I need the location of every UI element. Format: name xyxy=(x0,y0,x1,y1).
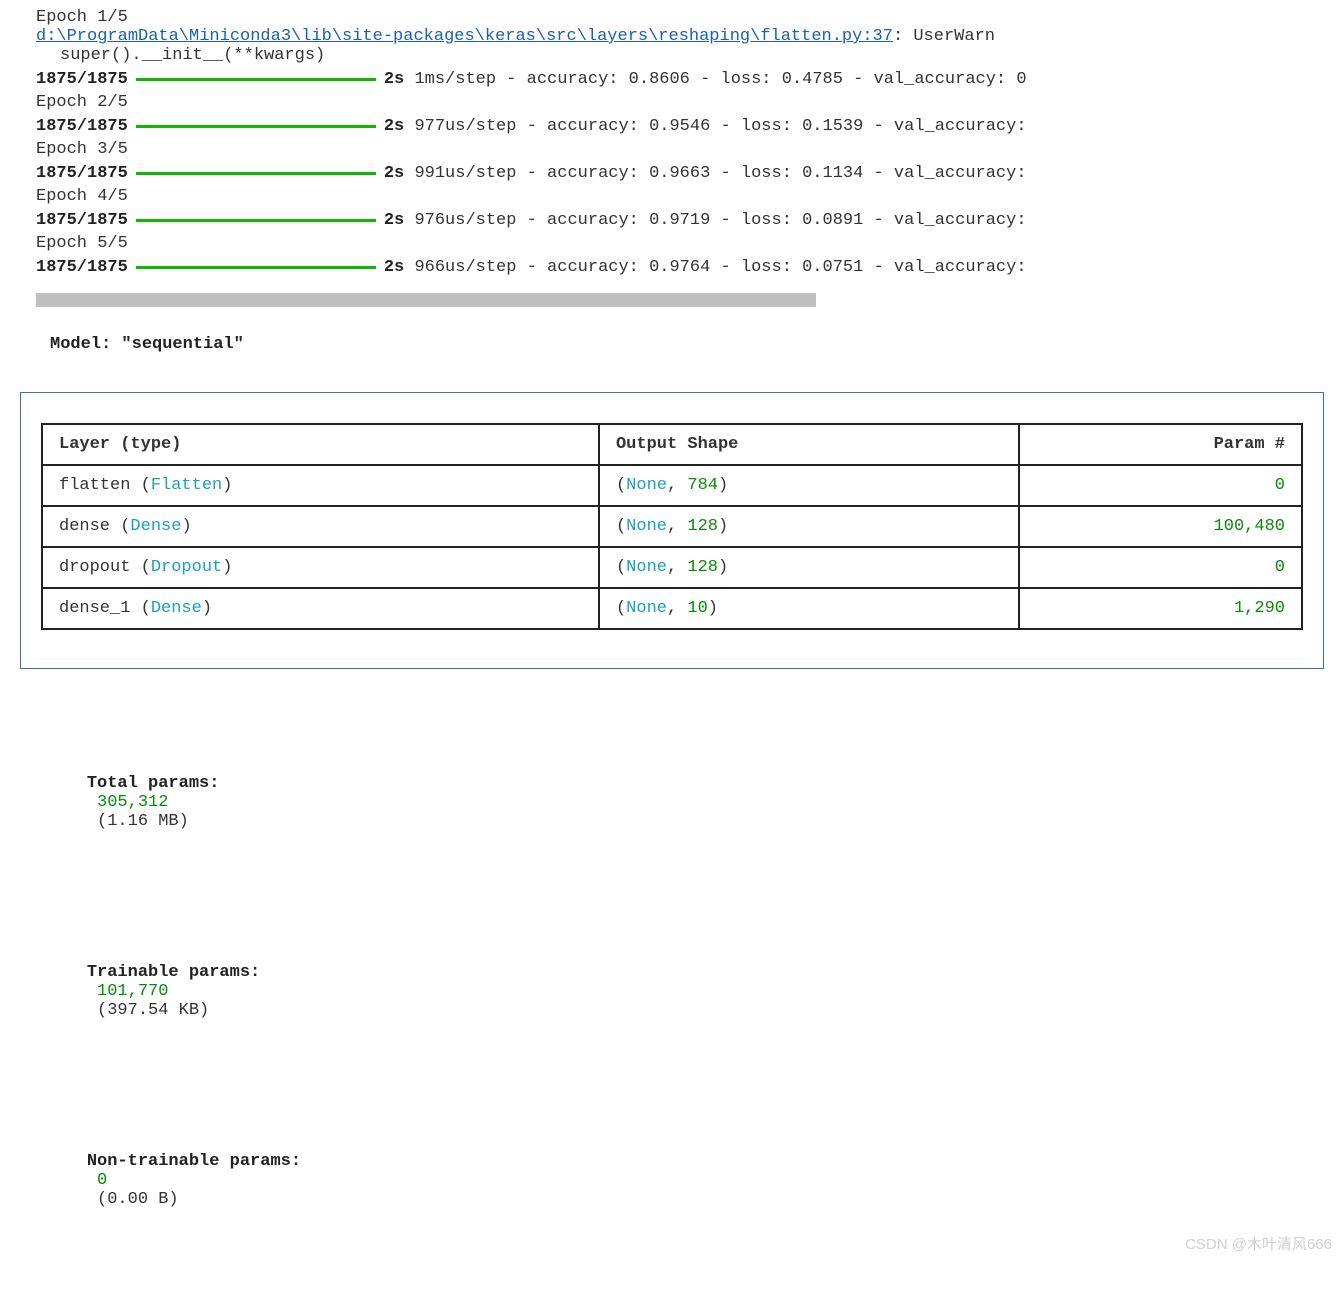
progress-metrics: 966us/step - accuracy: 0.9764 - loss: 0.… xyxy=(404,258,1026,277)
param-cell: 0 xyxy=(1019,547,1302,588)
horizontal-scrollbar[interactable] xyxy=(36,293,816,307)
watermark: CSDN @木叶清风666 xyxy=(1185,1233,1332,1254)
shape-cell: (None, 784) xyxy=(599,465,1019,506)
progress-steps: 1875/1875 xyxy=(36,117,128,136)
warning-line: d:\ProgramData\Miniconda3\lib\site-packa… xyxy=(36,27,1344,46)
trainable-params-label: Trainable params: xyxy=(87,963,260,982)
training-output: Epoch 1/5 d:\ProgramData\Miniconda3\lib\… xyxy=(0,0,1344,354)
table-header-row: Layer (type) Output Shape Param # xyxy=(42,424,1302,465)
header-shape: Output Shape xyxy=(599,424,1019,465)
total-params-size: (1.16 MB) xyxy=(87,812,189,831)
shape-cell: (None, 128) xyxy=(599,506,1019,547)
progress-metrics: 977us/step - accuracy: 0.9546 - loss: 0.… xyxy=(404,117,1026,136)
progress-time: 2s xyxy=(384,258,404,277)
progress-bar-icon xyxy=(136,125,376,128)
trainable-params-line: Trainable params: 101,770 (397.54 KB) xyxy=(46,944,1344,1039)
param-cell: 0 xyxy=(1019,465,1302,506)
nontrainable-params-size: (0.00 B) xyxy=(87,1190,179,1209)
progress-steps: 1875/1875 xyxy=(36,70,128,89)
params-section: Total params: 305,312 (1.16 MB) Trainabl… xyxy=(46,717,1344,1303)
epoch-label: Epoch 2/5 xyxy=(36,93,1344,112)
trainable-params-size: (397.54 KB) xyxy=(87,1001,209,1020)
shape-cell: (None, 128) xyxy=(599,547,1019,588)
progress-row: 1875/1875 2s 977us/step - accuracy: 0.95… xyxy=(36,112,1344,140)
layer-cell: dense (Dense) xyxy=(42,506,599,547)
model-summary-table: Layer (type) Output Shape Param # flatte… xyxy=(41,423,1303,630)
table-row: flatten (Flatten) (None, 784) 0 xyxy=(42,465,1302,506)
progress-metrics: 1ms/step - accuracy: 0.8606 - loss: 0.47… xyxy=(404,70,1026,89)
warning-suffix: : UserWarn xyxy=(893,27,995,46)
layer-cell: dropout (Dropout) xyxy=(42,547,599,588)
table-row: dense (Dense) (None, 128) 100,480 xyxy=(42,506,1302,547)
progress-time: 2s xyxy=(384,164,404,183)
progress-metrics: 991us/step - accuracy: 0.9663 - loss: 0.… xyxy=(404,164,1026,183)
total-params-label: Total params: xyxy=(87,774,220,793)
nontrainable-params-label: Non-trainable params: xyxy=(87,1152,301,1171)
progress-bar-icon xyxy=(136,172,376,175)
nontrainable-params-line: Non-trainable params: 0 (0.00 B) xyxy=(46,1133,1344,1228)
total-params-line: Total params: 305,312 (1.16 MB) xyxy=(46,755,1344,850)
epoch-label: Epoch 5/5 xyxy=(36,234,1344,253)
shape-cell: (None, 10) xyxy=(599,588,1019,629)
progress-row: 1875/1875 2s 966us/step - accuracy: 0.97… xyxy=(36,253,1344,281)
progress-steps: 1875/1875 xyxy=(36,211,128,230)
progress-row: 1875/1875 2s 1ms/step - accuracy: 0.8606… xyxy=(36,65,1344,93)
header-param: Param # xyxy=(1019,424,1302,465)
model-title: Model: "sequential" xyxy=(50,335,1344,354)
epoch-label: Epoch 4/5 xyxy=(36,187,1344,206)
param-cell: 100,480 xyxy=(1019,506,1302,547)
progress-time: 2s xyxy=(384,211,404,230)
progress-steps: 1875/1875 xyxy=(36,258,128,277)
layer-cell: dense_1 (Dense) xyxy=(42,588,599,629)
param-cell: 1,290 xyxy=(1019,588,1302,629)
table-row: dense_1 (Dense) (None, 10) 1,290 xyxy=(42,588,1302,629)
warning-path-link[interactable]: d:\ProgramData\Miniconda3\lib\site-packa… xyxy=(36,27,893,46)
trainable-params-value: 101,770 xyxy=(87,982,169,1001)
epoch-label: Epoch 3/5 xyxy=(36,140,1344,159)
progress-metrics: 976us/step - accuracy: 0.9719 - loss: 0.… xyxy=(404,211,1026,230)
model-summary-frame: Layer (type) Output Shape Param # flatte… xyxy=(20,392,1324,669)
progress-time: 2s xyxy=(384,117,404,136)
header-layer: Layer (type) xyxy=(42,424,599,465)
progress-bar-icon xyxy=(136,266,376,269)
progress-time: 2s xyxy=(384,70,404,89)
layer-cell: flatten (Flatten) xyxy=(42,465,599,506)
epoch-label: Epoch 1/5 xyxy=(36,8,1344,27)
progress-row: 1875/1875 2s 991us/step - accuracy: 0.96… xyxy=(36,159,1344,187)
warning-code-line: super().__init__(**kwargs) xyxy=(36,46,1344,65)
nontrainable-params-value: 0 xyxy=(87,1171,107,1190)
table-row: dropout (Dropout) (None, 128) 0 xyxy=(42,547,1302,588)
progress-bar-icon xyxy=(136,78,376,81)
progress-row: 1875/1875 2s 976us/step - accuracy: 0.97… xyxy=(36,206,1344,234)
progress-steps: 1875/1875 xyxy=(36,164,128,183)
total-params-value: 305,312 xyxy=(87,793,169,812)
progress-bar-icon xyxy=(136,219,376,222)
